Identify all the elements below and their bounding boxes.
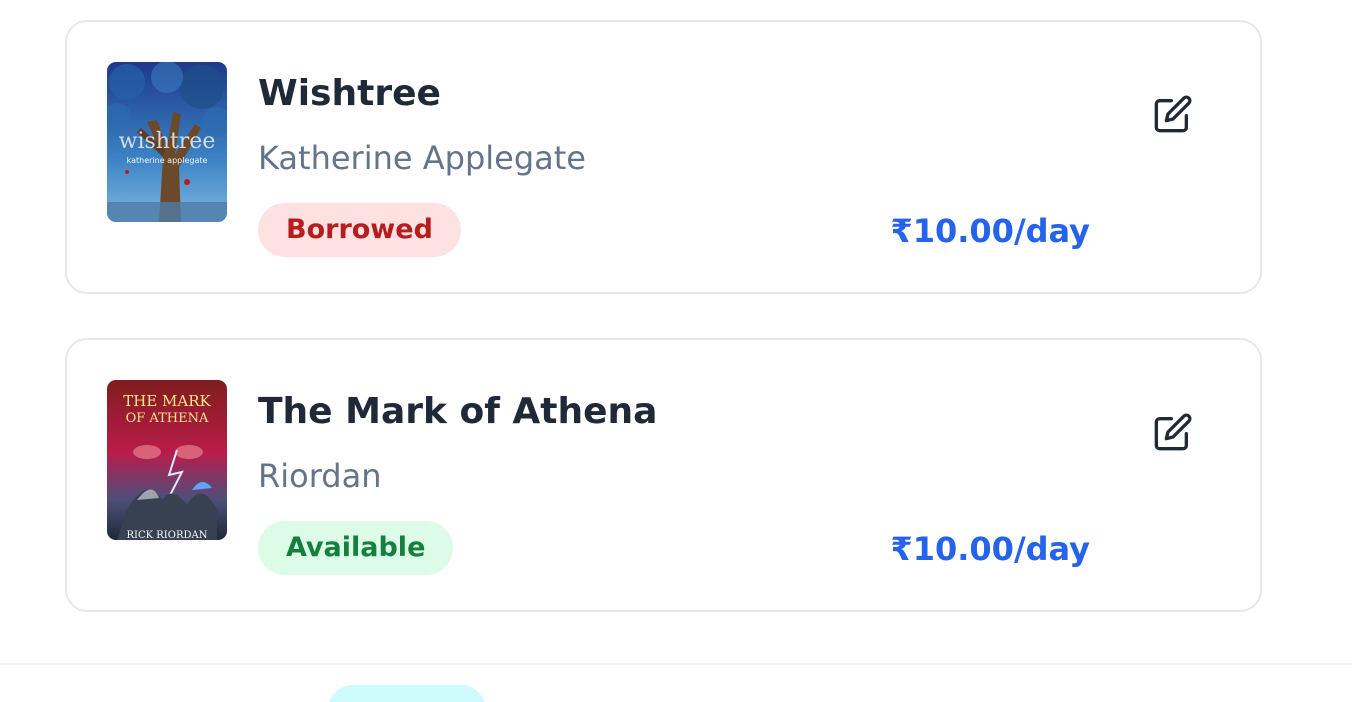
book-title: Wishtree xyxy=(258,73,441,114)
book-list-page: wishtree katherine applegate Wishtree Ka… xyxy=(0,0,1352,702)
bottom-nav-bar xyxy=(0,663,1352,702)
book-cover-image: THE MARK OF ATHENA RICK RIORDAN xyxy=(107,380,227,540)
cover-title-line2: OF ATHENA xyxy=(126,411,209,426)
edit-book-button[interactable] xyxy=(1149,408,1197,456)
status-badge: Available xyxy=(258,521,454,575)
bottom-nav-active-pill[interactable] xyxy=(328,685,486,702)
cover-title-text: wishtree xyxy=(119,129,216,154)
edit-book-button[interactable] xyxy=(1149,90,1197,138)
cover-title-line1: THE MARK xyxy=(123,392,211,410)
status-badge: Borrowed xyxy=(258,203,461,257)
edit-icon xyxy=(1154,413,1192,451)
cover-author-text: katherine applegate xyxy=(127,156,208,165)
book-cover-image: wishtree katherine applegate xyxy=(107,62,227,222)
book-card[interactable]: wishtree katherine applegate Wishtree Ka… xyxy=(65,20,1262,294)
edit-icon xyxy=(1154,95,1192,133)
book-price: ₹10.00/day xyxy=(890,530,1090,568)
book-title: The Mark of Athena xyxy=(258,391,658,432)
cover-author-text: RICK RIORDAN xyxy=(127,530,208,540)
book-author: Katherine Applegate xyxy=(258,139,586,177)
book-price: ₹10.00/day xyxy=(890,212,1090,250)
book-author: Riordan xyxy=(258,457,382,495)
book-card[interactable]: THE MARK OF ATHENA RICK RIORDAN The Mark… xyxy=(65,338,1262,612)
